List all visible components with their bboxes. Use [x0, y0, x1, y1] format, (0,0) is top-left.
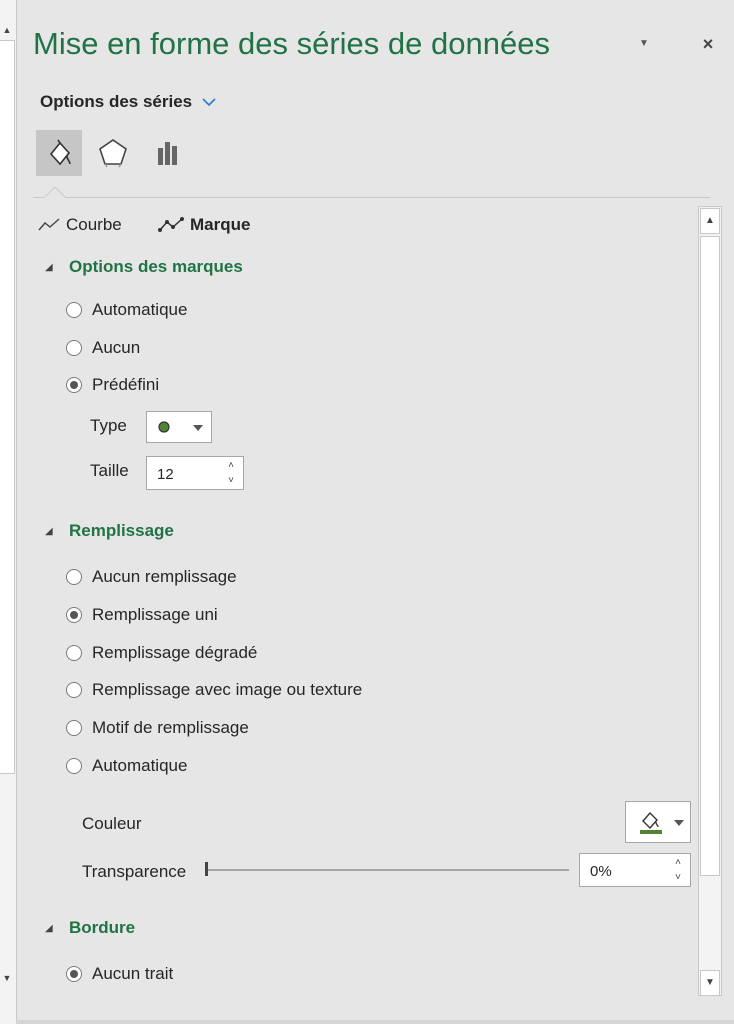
tab-effects[interactable] [90, 130, 136, 176]
scroll-down-icon[interactable]: ▼ [700, 970, 720, 996]
radio-button[interactable] [66, 645, 82, 661]
marker-shape-icon [158, 421, 170, 433]
radio-marker-automatic[interactable]: Automatique [66, 297, 187, 323]
subtab-marker[interactable]: Marque [158, 212, 250, 238]
pentagon-icon [99, 139, 127, 168]
radio-label: Automatique [92, 300, 188, 319]
radio-button-selected[interactable] [66, 607, 82, 623]
tab-series-options[interactable] [144, 130, 190, 176]
fill-color-picker[interactable] [625, 801, 691, 843]
subtab-marker-label: Marque [190, 215, 251, 234]
radio-button[interactable] [66, 682, 82, 698]
section-border[interactable]: ◢ Bordure [0, 915, 135, 941]
bar-chart-icon [158, 142, 177, 165]
radio-label: Remplissage dégradé [92, 643, 258, 662]
radio-label: Aucun remplissage [92, 567, 237, 586]
collapse-triangle-icon: ◢ [45, 525, 53, 537]
spin-down-icon[interactable]: ˅ [672, 872, 684, 884]
dropdown-arrow-icon [674, 820, 684, 826]
series-options-label: Options des séries [40, 92, 193, 111]
pane-title: Mise en forme des séries de données [33, 26, 550, 61]
pane-bottom-edge [16, 1020, 734, 1024]
marker-line-icon [158, 217, 184, 232]
size-label: Taille [90, 461, 129, 480]
subtab-line-label: Courbe [66, 215, 122, 234]
radio-fill-automatic[interactable]: Automatique [66, 753, 187, 779]
close-icon[interactable]: × [699, 34, 717, 56]
spin-down-icon[interactable]: ˅ [225, 475, 237, 487]
marker-size-stepper[interactable]: 12 ˄ ˅ [146, 456, 244, 490]
section-marker-options[interactable]: ◢ Options des marques [0, 254, 243, 280]
radio-label: Remplissage uni [92, 605, 218, 624]
radio-label: Aucun trait [92, 964, 174, 983]
sheet-scrollbar-track[interactable] [0, 40, 15, 774]
dropdown-arrow-icon [193, 425, 203, 431]
subtab-line[interactable]: Courbe [38, 212, 122, 238]
radio-button[interactable] [66, 302, 82, 318]
radio-marker-none[interactable]: Aucun [66, 335, 140, 361]
transparency-stepper[interactable]: 0% ˄ ˅ [579, 853, 691, 887]
tab-divider [33, 197, 710, 198]
pane-scrollbar-thumb[interactable] [700, 236, 720, 876]
radio-label: Prédéfini [92, 375, 160, 394]
radio-border-none[interactable]: Aucun trait [66, 961, 173, 987]
transparency-value: 0% [590, 863, 612, 880]
section-fill[interactable]: ◢ Remplissage [0, 518, 174, 544]
transparency-label: Transparence [82, 862, 187, 881]
radio-fill-picture[interactable]: Remplissage avec image ou texture [66, 677, 362, 703]
paint-bucket-color-icon [640, 811, 662, 834]
radio-fill-none[interactable]: Aucun remplissage [66, 564, 237, 590]
chevron-down-icon [202, 97, 216, 106]
transparency-slider-track[interactable] [207, 869, 569, 871]
radio-button[interactable] [66, 720, 82, 736]
scroll-up-icon[interactable]: ▲ [700, 208, 720, 234]
marker-size-value: 12 [157, 466, 174, 483]
radio-marker-builtin[interactable]: Prédéfini [66, 372, 159, 398]
radio-fill-pattern[interactable]: Motif de remplissage [66, 715, 249, 741]
transparency-slider-thumb[interactable] [205, 862, 208, 876]
color-label: Couleur [82, 814, 142, 833]
radio-fill-gradient[interactable]: Remplissage dégradé [66, 640, 257, 666]
radio-button[interactable] [66, 569, 82, 585]
spin-up-icon[interactable]: ˄ [225, 460, 237, 472]
radio-label: Motif de remplissage [92, 718, 249, 737]
radio-fill-solid[interactable]: Remplissage uni [66, 602, 218, 628]
radio-button[interactable] [66, 758, 82, 774]
section-marker-options-title: Options des marques [69, 257, 243, 276]
radio-label: Remplissage avec image ou texture [92, 680, 363, 699]
collapse-triangle-icon: ◢ [45, 922, 53, 934]
section-fill-title: Remplissage [69, 521, 174, 540]
type-label: Type [90, 416, 127, 435]
pane-options-dropdown-icon[interactable]: ▼ [636, 38, 652, 54]
radio-button-selected[interactable] [66, 377, 82, 393]
radio-button[interactable] [66, 340, 82, 356]
radio-button-selected[interactable] [66, 966, 82, 982]
sheet-scroll-up-icon[interactable]: ▲ [1, 22, 13, 38]
paint-bucket-icon [49, 139, 71, 166]
tab-notch-icon [44, 186, 66, 198]
section-border-title: Bordure [69, 918, 136, 937]
sheet-scroll-down-icon[interactable]: ▼ [1, 970, 13, 986]
radio-label: Automatique [92, 756, 188, 775]
collapse-triangle-icon: ◢ [45, 261, 53, 273]
series-options-dropdown[interactable]: Options des séries [40, 90, 216, 114]
marker-type-dropdown[interactable] [146, 411, 212, 443]
line-icon [38, 218, 60, 231]
spin-up-icon[interactable]: ˄ [672, 857, 684, 869]
tab-fill-line[interactable] [36, 130, 82, 176]
radio-label: Aucun [92, 338, 141, 357]
